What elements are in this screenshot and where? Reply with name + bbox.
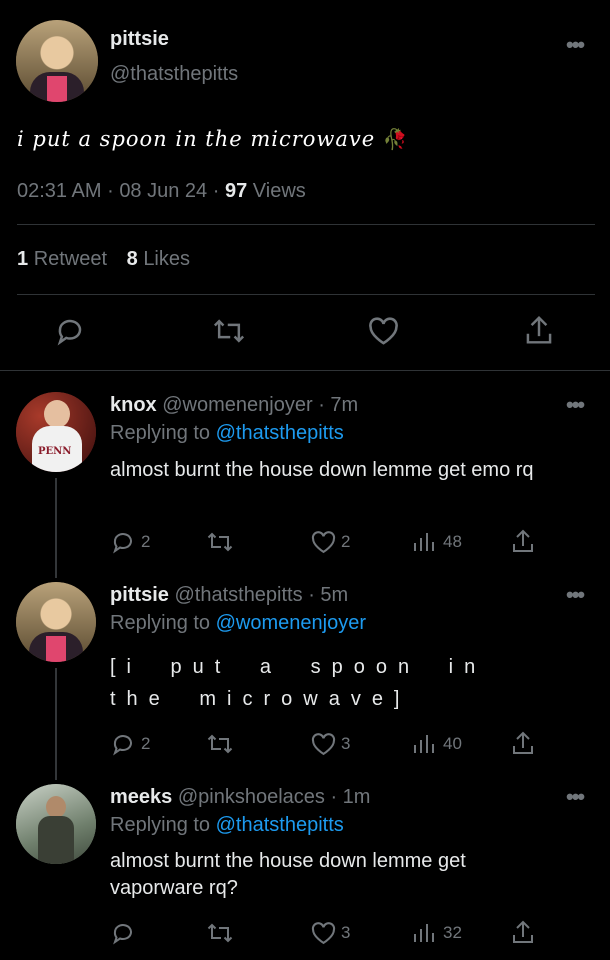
divider xyxy=(0,370,610,371)
more-options-icon[interactable]: ••• xyxy=(566,584,585,606)
share-icon[interactable] xyxy=(512,528,534,554)
reply-time: · 1m xyxy=(330,786,371,808)
reply-text: [i put a spoon in the microwave] xyxy=(110,656,487,710)
like-icon[interactable] xyxy=(311,531,336,554)
avatar-meeks[interactable] xyxy=(16,784,96,864)
retweets-label: Retweet xyxy=(33,248,108,270)
retweet-icon[interactable] xyxy=(207,530,233,554)
views-count: 48 xyxy=(443,532,462,551)
divider xyxy=(17,294,595,295)
like-icon[interactable] xyxy=(311,733,336,756)
reply-time: · 5m xyxy=(308,584,349,606)
retweets-count: 1 xyxy=(17,248,29,270)
reply-text: almost burnt the house down lemme get em… xyxy=(110,459,534,481)
replying-label: Replying to xyxy=(110,612,211,634)
reply-icon[interactable] xyxy=(55,316,85,346)
replying-to: Replying to @womenenjoyer xyxy=(110,612,366,635)
share-icon[interactable] xyxy=(525,314,553,346)
like-icon[interactable] xyxy=(311,922,336,945)
tweet-text: i put a spoon in the microwave 🥀 xyxy=(17,127,409,151)
reply-header: meeks @pinkshoelaces · 1m xyxy=(110,786,370,809)
reply-header: pittsie @thatsthepitts · 5m xyxy=(110,584,348,607)
views-count: 40 xyxy=(443,734,462,753)
avatar-pittsie[interactable] xyxy=(16,582,96,662)
views-icon[interactable] xyxy=(412,530,436,554)
divider xyxy=(17,224,595,225)
retweet-icon[interactable] xyxy=(207,732,233,756)
reply-count: 2 xyxy=(141,532,151,551)
like-count: 2 xyxy=(341,532,351,551)
reply-icon[interactable] xyxy=(111,732,135,756)
retweet-icon[interactable] xyxy=(213,316,245,346)
reply-icon[interactable] xyxy=(111,921,135,945)
tweet-time: 02:31 AM xyxy=(17,180,102,202)
reply-header: knox @womenenjoyer · 7m xyxy=(110,394,358,417)
engagement-stats: 1 Retweet 8 Likes xyxy=(17,248,190,271)
more-options-icon[interactable]: ••• xyxy=(566,34,585,56)
views-icon[interactable] xyxy=(412,732,436,756)
share-icon[interactable] xyxy=(512,730,534,756)
replying-to-link[interactable]: @thatsthepitts xyxy=(216,814,344,836)
thread-line xyxy=(55,478,57,578)
thread-line xyxy=(55,668,57,780)
replying-to-link[interactable]: @womenenjoyer xyxy=(216,612,366,634)
reply-icon[interactable] xyxy=(111,530,135,554)
replying-to: Replying to @thatsthepitts xyxy=(110,422,344,445)
more-options-icon[interactable]: ••• xyxy=(566,786,585,808)
replying-to: Replying to @thatsthepitts xyxy=(110,814,344,837)
reply-time: · 7m xyxy=(318,394,359,416)
avatar-knox[interactable]: PENN xyxy=(16,392,96,472)
avatar-pittsie[interactable] xyxy=(16,20,98,102)
likes-label: Likes xyxy=(143,248,191,270)
handle[interactable]: @pinkshoelaces xyxy=(178,786,325,808)
like-count: 3 xyxy=(341,923,351,942)
views-icon[interactable] xyxy=(412,921,436,945)
views-count: 32 xyxy=(443,923,462,942)
views-count: 97 xyxy=(224,180,248,202)
replying-label: Replying to xyxy=(110,814,211,836)
retweet-icon[interactable] xyxy=(207,921,233,945)
likes-count: 8 xyxy=(126,248,138,270)
tweet-date: 08 Jun 24 xyxy=(119,180,208,202)
likes-stat[interactable]: 8 Likes xyxy=(127,248,190,270)
handle[interactable]: @thatsthepitts xyxy=(110,63,238,86)
tweet-text-content: i put a spoon in the microwave xyxy=(17,127,376,151)
tweet-meta: 02:31 AM · 08 Jun 24 · 97 Views xyxy=(17,180,306,203)
like-count: 3 xyxy=(341,734,351,753)
reply-count: 2 xyxy=(141,734,151,753)
replying-label: Replying to xyxy=(110,422,211,444)
display-name[interactable]: pittsie xyxy=(110,584,169,606)
wilted-rose-icon: 🥀 xyxy=(382,127,409,151)
more-options-icon[interactable]: ••• xyxy=(566,394,585,416)
separator: · xyxy=(107,180,114,202)
handle[interactable]: @womenenjoyer xyxy=(162,394,312,416)
reply-text: almost burnt the house down lemme get va… xyxy=(110,850,466,899)
like-icon[interactable] xyxy=(368,317,399,346)
display-name[interactable]: pittsie xyxy=(110,28,169,51)
share-icon[interactable] xyxy=(512,919,534,945)
display-name[interactable]: knox xyxy=(110,394,157,416)
display-name[interactable]: meeks xyxy=(110,786,172,808)
retweet-stat[interactable]: 1 Retweet xyxy=(17,248,113,270)
handle[interactable]: @thatsthepitts xyxy=(174,584,302,606)
separator: · xyxy=(212,180,220,202)
views-label: Views xyxy=(252,180,306,202)
replying-to-link[interactable]: @thatsthepitts xyxy=(216,422,344,444)
